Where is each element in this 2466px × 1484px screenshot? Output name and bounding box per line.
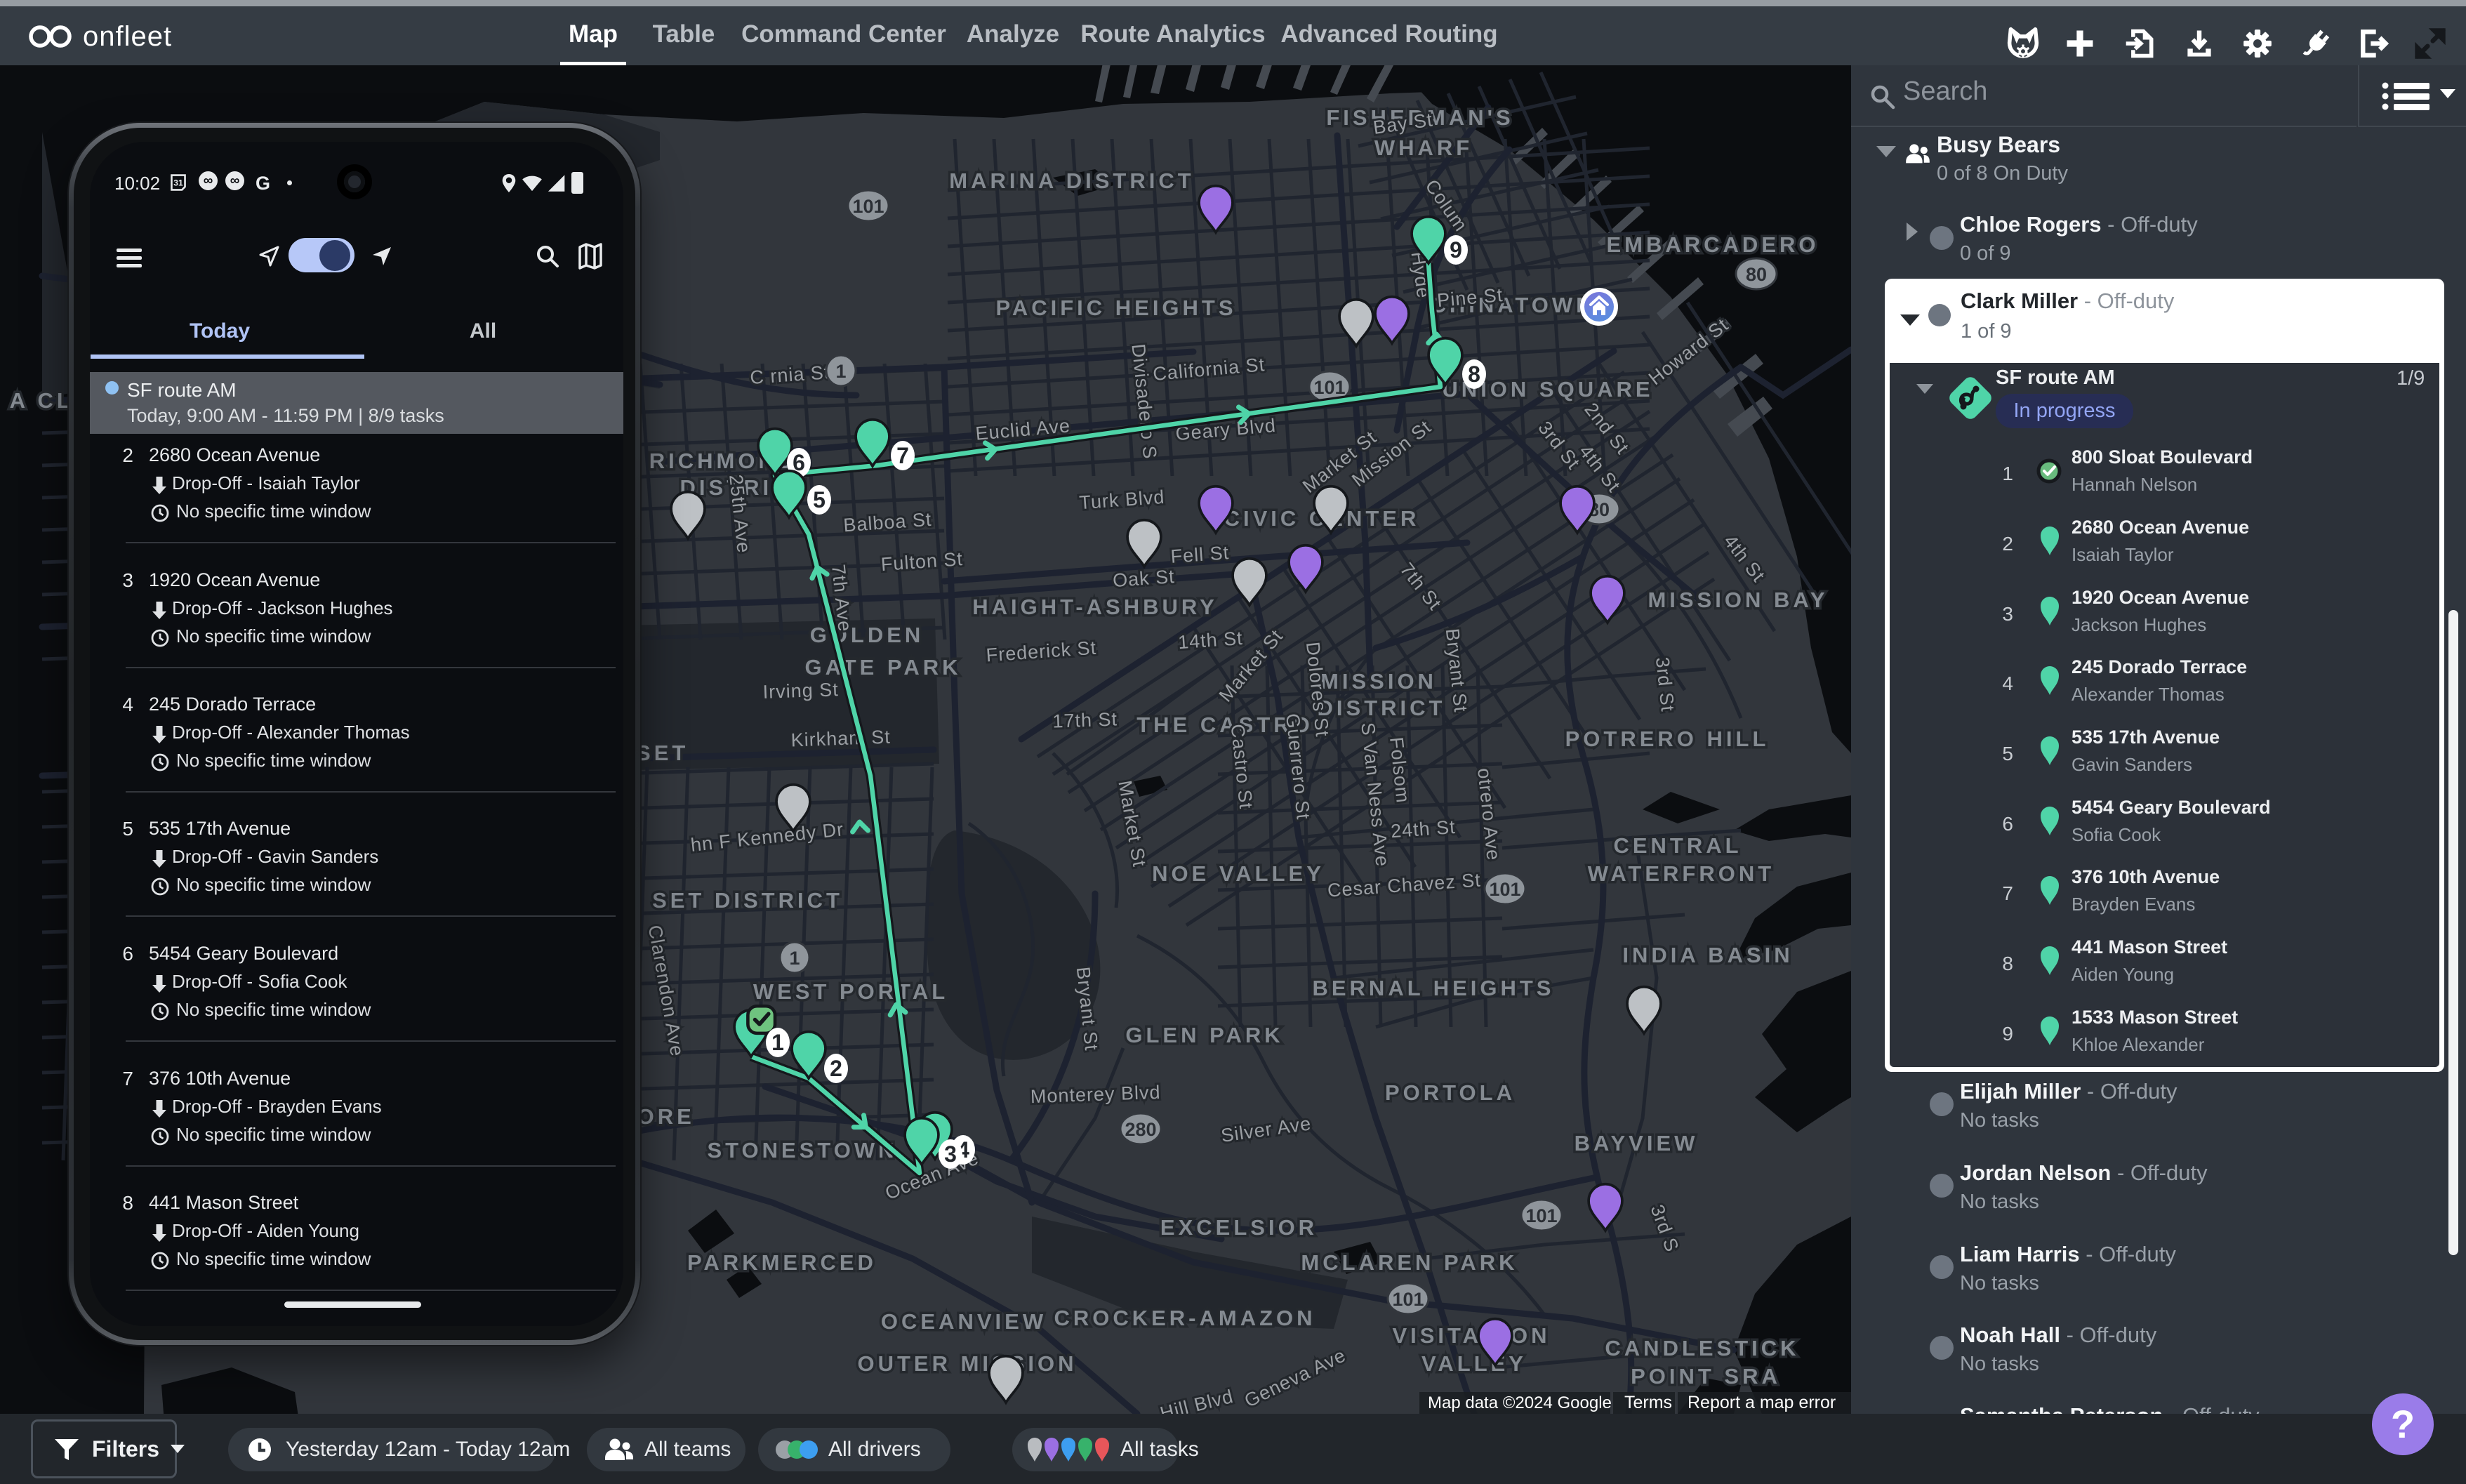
svg-text:OCEANVIEW: OCEANVIEW xyxy=(881,1309,1047,1334)
svg-text:SET DISTRICT: SET DISTRICT xyxy=(652,888,843,913)
svg-text:Report a map error: Report a map error xyxy=(1688,1393,1836,1412)
svg-text:CANDLESTICK: CANDLESTICK xyxy=(1605,1336,1799,1360)
svg-text:5: 5 xyxy=(813,487,826,512)
svg-text:EXCELSIOR: EXCELSIOR xyxy=(1160,1215,1318,1240)
svg-text:INDIA BASIN: INDIA BASIN xyxy=(1622,943,1793,967)
svg-text:1: 1 xyxy=(771,1030,784,1055)
svg-text:EMBARCADERO: EMBARCADERO xyxy=(1607,232,1819,257)
svg-text:PORTOLA: PORTOLA xyxy=(1385,1080,1516,1105)
svg-text:VALLEY: VALLEY xyxy=(1421,1351,1527,1376)
svg-text:Irving St: Irving St xyxy=(762,679,839,703)
svg-text:GOLDEN: GOLDEN xyxy=(810,623,924,647)
svg-text:80: 80 xyxy=(1746,264,1767,285)
svg-text:POTRERO HILL: POTRERO HILL xyxy=(1565,727,1770,751)
svg-text:POINT SRA: POINT SRA xyxy=(1631,1364,1781,1389)
svg-text:BERNAL HEIGHTS: BERNAL HEIGHTS xyxy=(1312,976,1554,1000)
svg-text:17th St: 17th St xyxy=(1052,708,1118,731)
svg-text:MCLAREN PARK: MCLAREN PARK xyxy=(1301,1250,1518,1275)
svg-text:VISITACION: VISITACION xyxy=(1392,1323,1550,1348)
svg-text:Oak St: Oak St xyxy=(1112,566,1175,591)
svg-text:PACIFIC HEIGHTS: PACIFIC HEIGHTS xyxy=(995,296,1236,320)
svg-text:8: 8 xyxy=(1468,362,1480,387)
svg-text:HAIGHT-ASHBURY: HAIGHT-ASHBURY xyxy=(972,595,1218,619)
svg-text:Fell St: Fell St xyxy=(1170,542,1230,567)
svg-text:PARKMERCED: PARKMERCED xyxy=(687,1250,877,1275)
svg-text:DISTRICT: DISTRICT xyxy=(1318,696,1446,720)
svg-text:101: 101 xyxy=(852,196,884,217)
svg-text:WEST PORTAL: WEST PORTAL xyxy=(753,979,948,1004)
svg-text:31: 31 xyxy=(173,178,183,187)
svg-text:101: 101 xyxy=(1489,879,1520,900)
svg-text:GATE PARK: GATE PARK xyxy=(805,655,962,680)
svg-text:101: 101 xyxy=(1392,1289,1424,1310)
svg-text:CENTRAL: CENTRAL xyxy=(1613,833,1742,858)
svg-text:MISSION BAY: MISSION BAY xyxy=(1648,588,1828,612)
svg-text:MISSION: MISSION xyxy=(1320,669,1437,694)
svg-text:7: 7 xyxy=(896,443,909,468)
svg-text:280: 280 xyxy=(1125,1119,1156,1140)
svg-text:Terms: Terms xyxy=(1624,1393,1672,1412)
svg-text:WHARF: WHARF xyxy=(1374,135,1473,160)
svg-text:MARINA DISTRICT: MARINA DISTRICT xyxy=(949,168,1194,193)
svg-text:BAYVIEW: BAYVIEW xyxy=(1575,1131,1699,1155)
svg-text:OUTER MISSION: OUTER MISSION xyxy=(857,1351,1077,1376)
svg-text:9: 9 xyxy=(1450,237,1462,263)
svg-text:Map data ©2024 Google: Map data ©2024 Google xyxy=(1428,1393,1612,1412)
svg-text:Kirkham St: Kirkham St xyxy=(790,727,891,751)
svg-text:101: 101 xyxy=(1525,1205,1557,1226)
svg-text:NOE VALLEY: NOE VALLEY xyxy=(1152,861,1325,886)
svg-text:CROCKER-AMAZON: CROCKER-AMAZON xyxy=(1054,1306,1315,1330)
svg-text:2: 2 xyxy=(830,1056,842,1081)
svg-text:1: 1 xyxy=(835,361,846,382)
svg-text:WATERFRONT: WATERFRONT xyxy=(1588,861,1775,886)
svg-text:101: 101 xyxy=(1313,377,1345,398)
svg-text:STONESTOWN: STONESTOWN xyxy=(707,1138,897,1162)
svg-text:1: 1 xyxy=(789,948,800,969)
svg-text:GLEN PARK: GLEN PARK xyxy=(1125,1023,1283,1047)
svg-text:3: 3 xyxy=(944,1141,957,1167)
